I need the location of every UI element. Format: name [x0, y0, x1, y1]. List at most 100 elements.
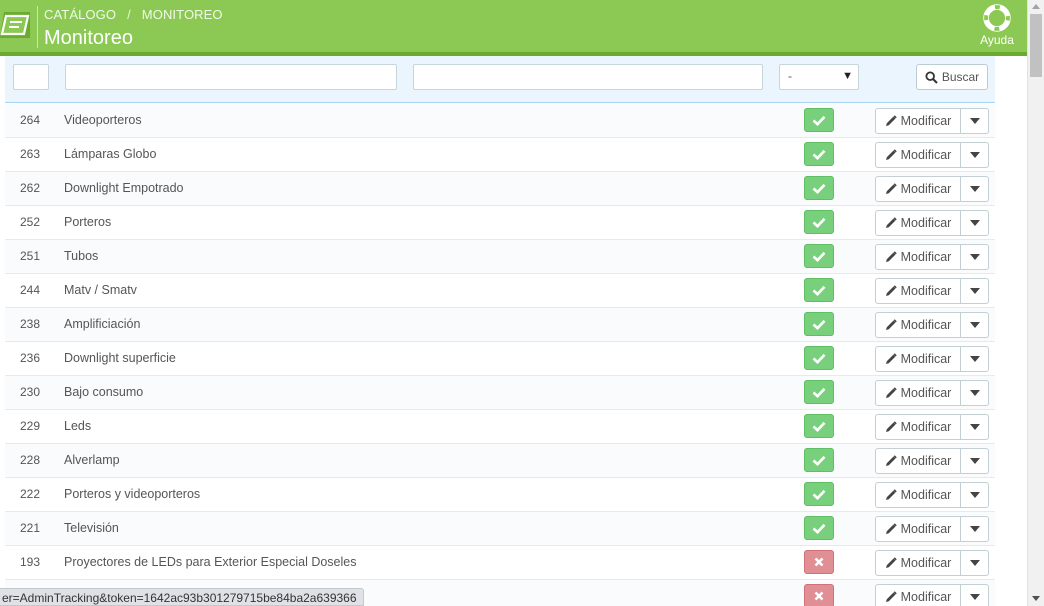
table-row[interactable]: 244 Matv / Smatv Modificar [5, 274, 995, 308]
edit-button[interactable]: Modificar [875, 142, 961, 168]
status-enabled-toggle[interactable] [804, 380, 834, 404]
row-actions-dropdown-button[interactable] [961, 346, 989, 372]
help-button[interactable]: Ayuda [976, 4, 1018, 47]
filter-name-input[interactable] [65, 64, 397, 90]
edit-button[interactable]: Modificar [875, 244, 961, 270]
row-actions: Modificar [875, 550, 989, 576]
status-enabled-toggle[interactable] [804, 482, 834, 506]
check-icon [812, 523, 826, 534]
row-actions-dropdown-button[interactable] [961, 142, 989, 168]
breadcrumb-separator: / [127, 7, 131, 22]
table-row[interactable]: 263 Lámparas Globo Modificar [5, 138, 995, 172]
row-actions-dropdown-button[interactable] [961, 108, 989, 134]
status-enabled-toggle[interactable] [804, 108, 834, 132]
edit-button[interactable]: Modificar [875, 210, 961, 236]
row-id: 221 [20, 521, 41, 535]
edit-button[interactable]: Modificar [875, 312, 961, 338]
scroll-up-arrow-icon[interactable] [1032, 4, 1040, 9]
edit-button[interactable]: Modificar [875, 550, 961, 576]
search-button[interactable]: Buscar [916, 64, 988, 90]
status-disabled-toggle[interactable] [804, 550, 834, 574]
row-id: 252 [20, 215, 41, 229]
status-enabled-toggle[interactable] [804, 176, 834, 200]
scroll-thumb[interactable] [1030, 14, 1042, 77]
edit-button[interactable]: Modificar [875, 108, 961, 134]
edit-button[interactable]: Modificar [875, 584, 961, 606]
edit-button-label: Modificar [900, 318, 952, 332]
row-actions: Modificar [875, 584, 989, 606]
row-actions: Modificar [875, 108, 989, 134]
row-actions-dropdown-button[interactable] [961, 312, 989, 338]
table-row[interactable]: 262 Downlight Empotrado Modificar [5, 172, 995, 206]
pencil-icon [885, 455, 897, 466]
table-row[interactable]: 251 Tubos Modificar [5, 240, 995, 274]
edit-button[interactable]: Modificar [875, 482, 961, 508]
table-row[interactable]: 193 Proyectores de LEDs para Exterior Esp… [5, 546, 995, 580]
status-enabled-toggle[interactable] [804, 448, 834, 472]
row-id: 244 [20, 283, 41, 297]
edit-button[interactable]: Modificar [875, 346, 961, 372]
row-id: 228 [20, 453, 41, 467]
row-actions: Modificar [875, 278, 989, 304]
table-row[interactable]: 221 Televisión Modificar [5, 512, 995, 546]
row-actions-dropdown-button[interactable] [961, 516, 989, 542]
row-actions-dropdown-button[interactable] [961, 278, 989, 304]
pencil-icon [885, 251, 897, 262]
table-row[interactable]: 222 Porteros y videoporteros Modificar [5, 478, 995, 512]
filter-id-input[interactable] [13, 64, 49, 90]
edit-button[interactable]: Modificar [875, 278, 961, 304]
edit-button[interactable]: Modificar [875, 176, 961, 202]
status-enabled-toggle[interactable] [804, 516, 834, 540]
row-actions-dropdown-button[interactable] [961, 176, 989, 202]
table-row[interactable]: 264 Videoporteros Modificar [5, 104, 995, 138]
table-row[interactable]: 236 Downlight superficie Modificar [5, 342, 995, 376]
edit-button-label: Modificar [900, 284, 952, 298]
edit-button[interactable]: Modificar [875, 414, 961, 440]
table-row[interactable]: 228 Alverlamp Modificar [5, 444, 995, 478]
category-table: 264 Videoporteros Modificar 263 Lámparas Glo… [5, 104, 995, 606]
row-name: Lámparas Globo [64, 147, 157, 161]
table-row[interactable]: 229 Leds Modificar [5, 410, 995, 444]
pencil-icon [885, 285, 897, 296]
edit-button-label: Modificar [900, 454, 952, 468]
row-id: 262 [20, 181, 41, 195]
edit-button[interactable]: Modificar [875, 380, 961, 406]
row-actions: Modificar [875, 346, 989, 372]
row-actions-dropdown-button[interactable] [961, 380, 989, 406]
edit-button-label: Modificar [900, 590, 952, 604]
caret-down-icon [969, 254, 980, 260]
status-enabled-toggle[interactable] [804, 346, 834, 370]
row-name: Tubos [64, 249, 99, 263]
row-actions-dropdown-button[interactable] [961, 414, 989, 440]
status-disabled-toggle[interactable] [804, 584, 834, 606]
filter-status-select[interactable]: - ▼ [779, 64, 859, 90]
status-enabled-toggle[interactable] [804, 210, 834, 234]
filter-extra-input[interactable] [413, 64, 763, 90]
status-enabled-toggle[interactable] [804, 244, 834, 268]
page-scrollbar[interactable] [1027, 0, 1044, 606]
caret-down-icon [969, 526, 980, 532]
close-icon [814, 591, 824, 601]
breadcrumb-monitoring[interactable]: MONITOREO [142, 7, 223, 22]
row-actions-dropdown-button[interactable] [961, 244, 989, 270]
table-row[interactable]: 238 Amplificiación Modificar [5, 308, 995, 342]
row-actions-dropdown-button[interactable] [961, 584, 989, 606]
row-actions-dropdown-button[interactable] [961, 550, 989, 576]
table-row[interactable]: 252 Porteros Modificar [5, 206, 995, 240]
edit-button[interactable]: Modificar [875, 516, 961, 542]
status-enabled-toggle[interactable] [804, 278, 834, 302]
status-enabled-toggle[interactable] [804, 312, 834, 336]
breadcrumb-catalog[interactable]: CATÁLOGO [44, 7, 116, 22]
help-label: Ayuda [980, 33, 1014, 47]
header-divider [37, 6, 38, 48]
edit-button[interactable]: Modificar [875, 448, 961, 474]
row-actions-dropdown-button[interactable] [961, 448, 989, 474]
table-row[interactable]: 230 Bajo consumo Modificar [5, 376, 995, 410]
row-actions-dropdown-button[interactable] [961, 482, 989, 508]
row-actions-dropdown-button[interactable] [961, 210, 989, 236]
pencil-icon [885, 149, 897, 160]
pencil-icon [885, 183, 897, 194]
scroll-down-arrow-icon[interactable] [1032, 596, 1040, 601]
status-enabled-toggle[interactable] [804, 142, 834, 166]
status-enabled-toggle[interactable] [804, 414, 834, 438]
